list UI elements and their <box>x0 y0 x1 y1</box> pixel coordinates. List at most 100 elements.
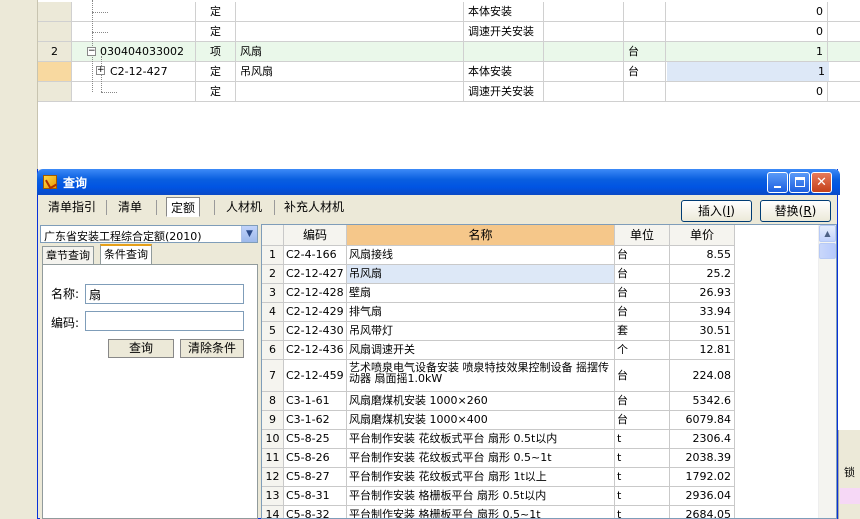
code-column-header[interactable]: 编码 <box>284 225 347 246</box>
price-column-header[interactable]: 单价 <box>670 225 735 246</box>
sheet-row[interactable]: 定 调速开关安装 0 <box>38 22 860 42</box>
code-cell[interactable] <box>72 22 196 41</box>
sheet-row[interactable]: 2 030404033002 项 风扇 台 1 <box>38 42 860 62</box>
tab-supplement-material[interactable]: 补充人材机 <box>280 197 348 217</box>
row-name: 平台制作安装 格栅板平台 扇形 0.5t以内 <box>347 487 615 506</box>
type-cell[interactable]: 定 <box>196 2 236 21</box>
name-cell[interactable]: 吊风扇 <box>236 62 464 81</box>
feature-cell[interactable]: 本体安装 <box>464 62 544 81</box>
result-row[interactable]: 6 C2-12-436 风扇调速开关个 12.81 <box>262 341 735 360</box>
subtab-chapter-query[interactable]: 章节查询 <box>42 246 94 265</box>
row-unit: t <box>615 468 670 487</box>
type-cell[interactable]: 项 <box>196 42 236 61</box>
results-vertical-scrollbar[interactable]: ▲ <box>818 225 836 518</box>
clear-conditions-button[interactable]: 清除条件 <box>180 339 244 358</box>
scroll-thumb[interactable] <box>819 243 836 259</box>
unit-cell[interactable]: 台 <box>624 62 666 81</box>
name-cell[interactable] <box>236 22 464 41</box>
code-cell[interactable] <box>72 2 196 21</box>
name-column-header[interactable]: 名称 <box>347 225 615 246</box>
minimize-button[interactable] <box>767 172 788 193</box>
scroll-up-icon[interactable]: ▲ <box>819 225 836 242</box>
search-panel: 广东省安装工程综合定额(2010) ▼ 章节查询 条件查询 名称: 编码: 查询… <box>40 225 258 519</box>
unit-cell[interactable]: 台 <box>624 42 666 61</box>
name-field[interactable] <box>85 284 244 304</box>
maximize-button[interactable] <box>789 172 810 193</box>
qty-cell[interactable]: 0 <box>666 2 828 21</box>
row-name: 平台制作安装 花纹板式平台 扇形 0.5~1t <box>347 449 615 468</box>
query-button[interactable]: 查询 <box>108 339 174 358</box>
code-cell[interactable]: C2-12-427 <box>72 62 196 81</box>
row-name: 风扇磨煤机安装 1000×400 <box>347 411 615 430</box>
qty-cell[interactable]: 1 <box>666 42 828 61</box>
close-icon: ✕ <box>816 175 827 190</box>
result-row[interactable]: 7 C2-12-459 艺术喷泉电气设备安装 喷泉特技效果控制设备 摇摆传动器 扇面… <box>262 360 735 392</box>
lock-cell[interactable] <box>840 488 860 504</box>
dialog-titlebar[interactable]: 查询 ✕ <box>37 169 840 195</box>
result-row[interactable]: 2 C2-12-427 吊风扇台 25.2 <box>262 265 735 284</box>
collapse-icon[interactable]: − <box>87 47 96 56</box>
result-row[interactable]: 12 C5-8-27 平台制作安装 花纹板式平台 扇形 1t以上 t 1792.02 <box>262 468 735 487</box>
sheet-left-gutter <box>0 0 38 519</box>
name-cell[interactable]: 风扇 <box>236 42 464 61</box>
result-row[interactable]: 14 C5-8-32 平台制作安装 格栅板平台 扇形 0.5~1t t 2684.05 <box>262 506 735 518</box>
tab-list[interactable]: 清单 <box>114 197 146 217</box>
name-label: 名称: <box>51 287 80 301</box>
result-row[interactable]: 1 C2-4-166 风扇接线台 8.55 <box>262 246 735 265</box>
tab-separator <box>274 200 275 215</box>
feature-cell[interactable]: 调速开关安装 <box>464 82 544 101</box>
tab-quota[interactable]: 定额 <box>166 197 201 217</box>
result-row[interactable]: 5 C2-12-430 吊风带灯套 30.51 <box>262 322 735 341</box>
unit-cell[interactable] <box>624 82 666 101</box>
feature-cell[interactable]: 调速开关安装 <box>464 22 544 41</box>
chevron-down-icon[interactable]: ▼ <box>241 226 257 242</box>
row-index: 11 <box>262 449 284 468</box>
result-row[interactable]: 4 C2-12-429 排气扇台 33.94 <box>262 303 735 322</box>
code-cell[interactable] <box>72 82 196 101</box>
type-cell[interactable]: 定 <box>196 82 236 101</box>
replace-label: 替换( <box>774 204 804 218</box>
insert-button[interactable]: 插入(I) <box>681 200 752 222</box>
unit-cell[interactable] <box>624 2 666 21</box>
qty-cell[interactable]: 0 <box>666 82 828 101</box>
sheet-row[interactable]: 定 本体安装 0 <box>38 2 860 22</box>
result-row[interactable]: 8 C3-1-61 风扇磨煤机安装 1000×260 台 5342.6 <box>262 392 735 411</box>
feature-cell[interactable] <box>464 42 544 61</box>
close-button[interactable]: ✕ <box>811 172 832 193</box>
tab-list-guide[interactable]: 清单指引 <box>44 197 100 217</box>
blank-cell[interactable] <box>544 22 624 41</box>
blank-cell[interactable] <box>544 82 624 101</box>
type-cell[interactable]: 定 <box>196 62 236 81</box>
blank-cell[interactable] <box>544 2 624 21</box>
sheet-row[interactable]: 定 调速开关安装 0 <box>38 82 860 102</box>
quota-selector[interactable]: 广东省安装工程综合定额(2010) ▼ <box>40 225 258 243</box>
condition-query-panel: 名称: 编码: 查询 清除条件 <box>42 264 258 519</box>
tab-labor-material[interactable]: 人材机 <box>222 197 266 217</box>
row-index: 8 <box>262 392 284 411</box>
name-cell[interactable] <box>236 2 464 21</box>
code-field[interactable] <box>85 311 244 331</box>
row-name: 风扇接线 <box>347 246 615 265</box>
result-row[interactable]: 9 C3-1-62 风扇磨煤机安装 1000×400 台 6079.84 <box>262 411 735 430</box>
result-row[interactable]: 13 C5-8-31 平台制作安装 格栅板平台 扇形 0.5t以内 t 2936.04 <box>262 487 735 506</box>
subtab-condition-query[interactable]: 条件查询 <box>100 244 152 265</box>
blank-cell[interactable] <box>544 62 624 81</box>
row-index: 2 <box>262 265 284 284</box>
unit-column-header[interactable]: 单位 <box>615 225 670 246</box>
type-cell[interactable]: 定 <box>196 22 236 41</box>
row-price: 2684.05 <box>670 506 735 518</box>
result-row[interactable]: 10 C5-8-25 平台制作安装 花纹板式平台 扇形 0.5t以内 t 2306.4 <box>262 430 735 449</box>
result-row[interactable]: 11 C5-8-26 平台制作安装 花纹板式平台 扇形 0.5~1t t 2038.39 <box>262 449 735 468</box>
expand-icon[interactable]: + <box>96 66 105 75</box>
row-index: 13 <box>262 487 284 506</box>
row-price: 25.2 <box>670 265 735 284</box>
qty-cell[interactable]: 0 <box>666 22 828 41</box>
replace-button[interactable]: 替换(R) <box>760 200 831 222</box>
row-name: 吊风带灯 <box>347 322 615 341</box>
unit-cell[interactable] <box>624 22 666 41</box>
blank-cell[interactable] <box>544 42 624 61</box>
result-row[interactable]: 3 C2-12-428 壁扇台 26.93 <box>262 284 735 303</box>
row-price: 8.55 <box>670 246 735 265</box>
feature-cell[interactable]: 本体安装 <box>464 2 544 21</box>
name-cell[interactable] <box>236 82 464 101</box>
